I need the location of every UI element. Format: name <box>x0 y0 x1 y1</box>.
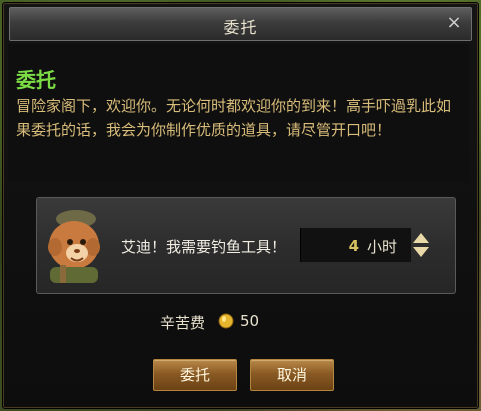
commission-button[interactable]: 委托 <box>153 359 237 391</box>
dialog-title: 委托 <box>223 18 258 37</box>
gold-coin-icon <box>218 313 234 329</box>
fee-amount: 50 <box>240 312 260 330</box>
intro-description: 冒险家阁下，欢迎你。无论何时都欢迎你的到来！高手吓過乳此如果委托的话，我会为你制… <box>16 97 452 139</box>
duration-value: 4 <box>348 237 359 255</box>
close-button[interactable]: × <box>443 12 465 34</box>
intro-heading: 委托 <box>16 68 56 92</box>
npc-portrait-icon <box>48 210 100 283</box>
dialog-titlebar: 委托 × <box>9 7 472 41</box>
fee-label: 辛苦费 <box>160 314 206 332</box>
task-request-text: 艾迪！我需要钓鱼工具！ <box>121 238 287 256</box>
cancel-button[interactable]: 取消 <box>250 359 334 391</box>
duration-field[interactable]: 4 小时 <box>300 228 411 262</box>
duration-unit: 小时 <box>367 238 398 256</box>
duration-stepper-icon[interactable] <box>412 232 430 258</box>
